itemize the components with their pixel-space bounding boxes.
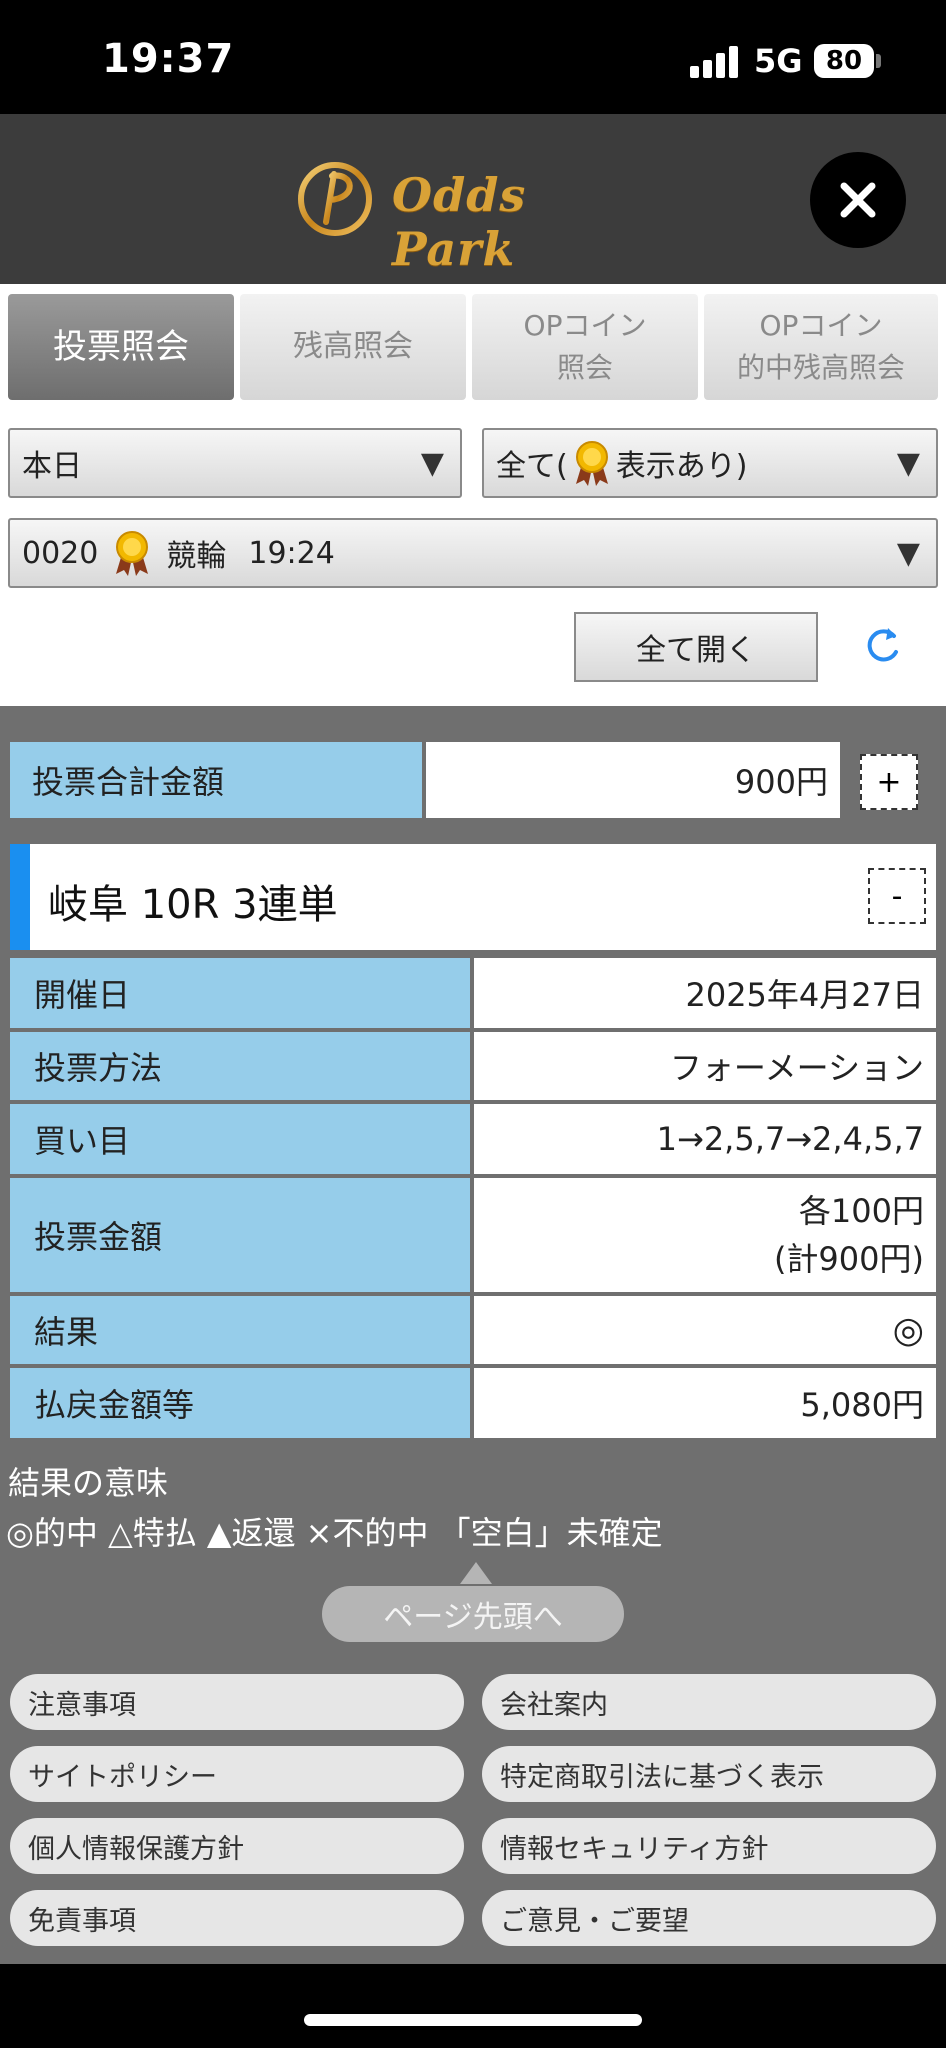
legend-text: ◎的中 △特払 ▲返還 ×不的中 「空白」未確定 (6, 1514, 663, 1552)
legend-title: 結果の意味 (8, 1464, 169, 1502)
expand-button[interactable]: + (860, 754, 918, 810)
page-top-arrow-icon (460, 1562, 492, 1584)
detail-label: 開催日 (10, 958, 470, 1028)
app-header: Odds Park (0, 114, 946, 284)
footer-link[interactable]: 個人情報保護方針 (10, 1818, 464, 1874)
collapse-button[interactable]: - (868, 868, 926, 924)
chevron-down-icon: ▼ (896, 536, 920, 571)
date-select[interactable]: 本日 ▼ (8, 428, 462, 498)
logo-text: Odds Park (392, 168, 527, 276)
medal-icon (116, 531, 149, 576)
ticket-time: 19:24 (248, 535, 335, 571)
total-amount-label: 投票合計金額 (10, 742, 422, 818)
display-filter-suffix: 表示あり) (615, 449, 748, 484)
footer-link[interactable]: 免責事項 (10, 1890, 464, 1946)
open-all-button[interactable]: 全て開く (574, 612, 818, 682)
accent-bar (10, 844, 30, 950)
chevron-down-icon: ▼ (896, 446, 920, 481)
odds-park-logo[interactable]: Odds Park (296, 154, 656, 276)
network-label: 5G (754, 42, 803, 80)
detail-row-date: 開催日 2025年4月27日 (10, 958, 936, 1028)
detail-value: 各100円 (計900円) (474, 1178, 936, 1292)
page-top-button[interactable]: ページ先頭へ (322, 1586, 624, 1642)
date-select-value: 本日 (22, 449, 82, 484)
detail-value: ◎ (474, 1296, 936, 1364)
tab-label: 投票照会 (53, 327, 189, 367)
footer-link[interactable]: 注意事項 (10, 1674, 464, 1730)
ticket-select[interactable]: 0020 競輪 19:24 ▼ (8, 518, 938, 588)
tab-label: 残高照会 (293, 329, 413, 364)
status-time: 19:37 (102, 36, 235, 82)
detail-label: 買い目 (10, 1104, 470, 1174)
footer-link[interactable]: 会社案内 (482, 1674, 936, 1730)
detail-row-method: 投票方法 フォーメーション (10, 1032, 936, 1100)
tab-op-coin-hit-balance[interactable]: OPコイン 的中残高照会 (704, 294, 938, 400)
ticket-type: 競輪 (166, 539, 227, 574)
footer-link[interactable]: 情報セキュリティ方針 (482, 1818, 936, 1874)
race-title: 岐阜 10R 3連単 (48, 882, 338, 928)
close-icon (840, 182, 876, 218)
total-amount-value: 900円 (426, 742, 840, 818)
odds-park-logo-icon (298, 162, 372, 236)
signal-icon (690, 46, 738, 78)
home-indicator-area (0, 1964, 946, 2048)
footer-link[interactable]: サイトポリシー (10, 1746, 464, 1802)
result-content: 投票合計金額 900円 + 岐阜 10R 3連単 - 開催日 2025年4月27… (0, 706, 946, 1964)
tab-label: OPコイン 照会 (523, 309, 647, 384)
detail-label: 結果 (10, 1296, 470, 1364)
detail-row-selection: 買い目 1→2,5,7→2,4,5,7 (10, 1104, 936, 1174)
status-bar: 19:37 5G 80 (0, 0, 946, 114)
medal-icon (575, 441, 608, 486)
ticket-number: 0020 (22, 535, 99, 571)
detail-label: 投票方法 (10, 1032, 470, 1100)
footer-link[interactable]: ご意見・ご要望 (482, 1890, 936, 1946)
detail-value: 5,080円 (474, 1368, 936, 1438)
chevron-down-icon: ▼ (420, 446, 444, 481)
tab-op-coin-inquiry[interactable]: OPコイン 照会 (472, 294, 698, 400)
inquiry-panel: 投票照会 残高照会 OPコイン 照会 OPコイン 的中残高照会 本日 ▼ 全て(… (0, 284, 946, 706)
detail-value: フォーメーション (474, 1032, 936, 1100)
display-filter-select[interactable]: 全て( 表示あり) ▼ (482, 428, 938, 498)
home-indicator[interactable] (304, 2014, 642, 2026)
tab-label: OPコイン 的中残高照会 (736, 309, 905, 384)
battery-tip (876, 54, 881, 68)
battery-icon: 80 (814, 44, 874, 78)
stake-each: 各100円 (798, 1192, 924, 1230)
detail-label: 払戻金額等 (10, 1368, 470, 1438)
tab-vote-inquiry[interactable]: 投票照会 (8, 294, 234, 400)
detail-row-result: 結果 ◎ (10, 1296, 936, 1364)
total-amount-row: 投票合計金額 900円 (10, 742, 840, 818)
detail-value: 1→2,5,7→2,4,5,7 (474, 1104, 936, 1174)
detail-row-payout: 払戻金額等 5,080円 (10, 1368, 936, 1438)
race-header: 岐阜 10R 3連単 - (10, 844, 936, 950)
tab-bar: 投票照会 残高照会 OPコイン 照会 OPコイン 的中残高照会 (8, 294, 938, 400)
detail-row-stake: 投票金額 各100円 (計900円) (10, 1178, 936, 1292)
refresh-icon[interactable] (858, 620, 908, 670)
detail-label: 投票金額 (10, 1178, 470, 1292)
close-button[interactable] (810, 152, 906, 248)
footer-link[interactable]: 特定商取引法に基づく表示 (482, 1746, 936, 1802)
stake-total: (計900円) (773, 1240, 924, 1278)
detail-value: 2025年4月27日 (474, 958, 936, 1028)
tab-balance-inquiry[interactable]: 残高照会 (240, 294, 466, 400)
display-filter-prefix: 全て( (496, 449, 568, 484)
